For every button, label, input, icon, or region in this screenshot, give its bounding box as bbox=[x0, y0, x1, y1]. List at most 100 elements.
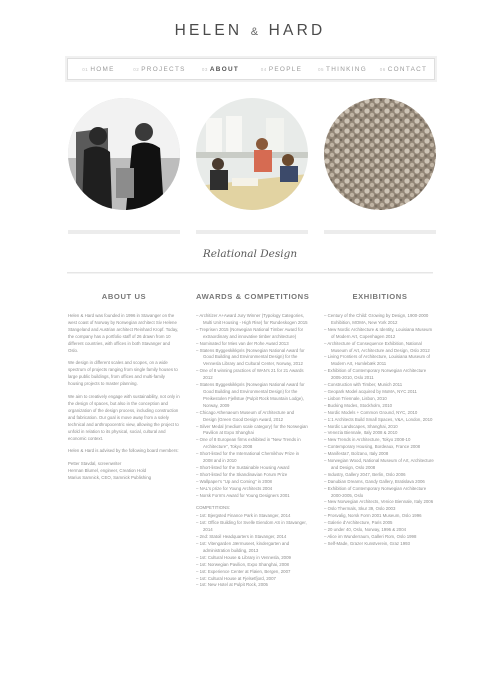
exhibition-item: 1:1 Architects Build Small Spaces, V&A, … bbox=[324, 417, 436, 424]
exhibition-item: Prosvalig, Norsk Form 2001 Museum, Oslo … bbox=[324, 513, 436, 520]
exhibition-item: Century of the Child: Growing by Design,… bbox=[324, 313, 436, 327]
award-item: Norsk Form's Award for Young Designers 2… bbox=[196, 493, 308, 500]
about-paragraph: Petter Stavdal, screenwriter Herman Blum… bbox=[68, 461, 152, 481]
award-item: Short-listed for the Skandinavian Forum … bbox=[196, 472, 308, 479]
about-paragraph: Helen & Hard is advised by the following… bbox=[68, 448, 179, 454]
about-paragraph: Helen & Hard was founded in 1996 in Stav… bbox=[68, 313, 179, 353]
exhibition-item: Oslo Thermals, Skur 39, Oslo 2003 bbox=[324, 506, 436, 513]
main-nav: 01 HOME 02 PROJECTS 03 ABOUT 04 PEOPLE 05 THI… bbox=[67, 58, 435, 80]
exhibition-item: Danubian Dreams, Gandy Gallery, Bratisla… bbox=[324, 479, 436, 486]
nav-number: 06 bbox=[379, 66, 386, 72]
awards-list: Architizer A+Award Jury Winner (Typology… bbox=[196, 313, 308, 499]
exhibition-item: Venezia Biennale, Italy 2008 & 2010 bbox=[324, 430, 436, 437]
competition-item: 1st: Bjergsted Finance Park in Stavanger… bbox=[196, 513, 308, 520]
competition-item: 1st: Office Building for Svelle Eiendom … bbox=[196, 520, 308, 534]
award-item: Statens Byggeskikkpris (Norwegian Nation… bbox=[196, 348, 308, 369]
nav-item-people[interactable]: 04 PEOPLE bbox=[251, 66, 312, 73]
award-item: Treprisen 2015 (Norwegian National Timbe… bbox=[196, 327, 308, 341]
about-paragraph: We aim to creatively engage with sustain… bbox=[68, 394, 180, 441]
team-photo-image bbox=[196, 98, 308, 210]
award-item: Statens Byggeskikkpris (Norwegian Nation… bbox=[196, 382, 308, 410]
award-item: Wallpaper's "Up and Coming" in 2008 bbox=[196, 479, 308, 486]
material-photo bbox=[324, 98, 436, 210]
nav-item-projects[interactable]: 02 PROJECTS bbox=[129, 66, 190, 73]
exhibition-item: Exhibition of Contemporary Norwegian Arc… bbox=[324, 486, 436, 500]
competition-item: 2nd: Statoil Headquarters in Stavanger, … bbox=[196, 534, 308, 541]
nav-number: 02 bbox=[133, 66, 140, 72]
nav-item-contact[interactable]: 06 CONTACT bbox=[373, 66, 434, 73]
exhibition-item: New Nordic Architecture & Identity, Loui… bbox=[324, 327, 436, 341]
competition-item: 1st: Experience Center at Fløien, Bergen… bbox=[196, 569, 308, 576]
nav-label: THINKING bbox=[326, 65, 367, 73]
exhibition-item: Manifesta7, Bolzano, Italy 2008 bbox=[324, 451, 436, 458]
about-heading: ABOUT US bbox=[101, 292, 147, 301]
exhibition-item: Contemporary Housing, Bordeaux, France 2… bbox=[324, 444, 436, 451]
tagline: Relational Design bbox=[202, 248, 298, 260]
awards-column: AWARDS & COMPETITIONS Architizer A+Award… bbox=[196, 292, 310, 589]
award-item: Chicago Athenaeum Museum of Architecture… bbox=[196, 410, 308, 424]
nav-item-about[interactable]: 03 ABOUT bbox=[190, 66, 251, 73]
section-divider bbox=[67, 272, 433, 274]
competition-item: 1st: Norwegian Pavilion, Expo Shanghai, … bbox=[196, 562, 308, 569]
photo-divider bbox=[68, 230, 180, 234]
exhibition-item: Construction with Timber, Munich 2011 bbox=[324, 382, 436, 389]
nav-number: 05 bbox=[318, 66, 325, 72]
award-item: One of 8 European firms exhibited in "Ne… bbox=[196, 437, 308, 451]
about-column: ABOUT US Helen & Hard was founded in 199… bbox=[68, 292, 180, 488]
material-photo-image bbox=[324, 98, 436, 210]
exhibitions-heading: EXHIBITIONS bbox=[352, 292, 408, 301]
exhibition-item: Nordic Landscapes, Shanghai, 2010 bbox=[324, 424, 436, 431]
founders-photo-image bbox=[68, 98, 180, 210]
award-item: One of 8 winning practices of WAN's 21 f… bbox=[196, 368, 308, 382]
site-logo[interactable]: HELEN & HARD bbox=[0, 22, 500, 40]
photo-divider bbox=[324, 230, 436, 234]
award-item: Short-listed for the Sustainable Housing… bbox=[196, 465, 308, 472]
exhibition-item: Living Frontiers of Architecture, Louisi… bbox=[324, 354, 436, 368]
exhibition-item: Geopark Model acquired by MoMA, NYC 2011 bbox=[324, 389, 436, 396]
logo-left: HELEN bbox=[174, 22, 243, 39]
nav-label: ABOUT bbox=[209, 65, 240, 73]
exhibition-item: Galerie d'Architecture, Paris 2005 bbox=[324, 520, 436, 527]
exhibition-item: New Trends in Architecture, Tokyo 2008-1… bbox=[324, 437, 436, 444]
exhibition-item: Architecture of Consequence Exhibition, … bbox=[324, 341, 436, 355]
competition-item: 1st: Cultural House at Fjelsetfjord, 200… bbox=[196, 576, 308, 583]
about-paragraph: We design in different scales and scopes… bbox=[68, 360, 178, 387]
competition-item: 1st: Vitengarden Jærmuseet, kindergarten… bbox=[196, 541, 308, 555]
about-text: Helen & Hard was founded in 1996 in Stav… bbox=[68, 313, 180, 482]
exhibition-item: Alice im Wunderraum, Galleri Rom, Oslo 1… bbox=[324, 534, 436, 541]
exhibition-item: Exhibition of Contemporary Norwegian Arc… bbox=[324, 368, 436, 382]
awards-heading: AWARDS & COMPETITIONS bbox=[196, 292, 310, 301]
award-item: Silver Medal (medium scale category) for… bbox=[196, 424, 308, 438]
photo-divider bbox=[196, 230, 308, 234]
nav-label: HOME bbox=[90, 65, 115, 73]
exhibition-item: Lisbon Triennale, Lisbon, 2010 bbox=[324, 396, 436, 403]
logo-right: HARD bbox=[268, 22, 326, 39]
nav-item-home[interactable]: 01 HOME bbox=[68, 66, 129, 73]
nav-item-thinking[interactable]: 05 THINKING bbox=[312, 66, 373, 73]
competitions-heading: COMPETITIONS: bbox=[196, 505, 231, 511]
exhibition-item: Nordic Models + Common Ground, NYC, 2010 bbox=[324, 410, 436, 417]
nav-label: PROJECTS bbox=[141, 65, 186, 73]
nav-label: CONTACT bbox=[387, 65, 428, 73]
exhibition-item: Self-Made, Grazer Kunstverein, Graz 1993 bbox=[324, 541, 436, 548]
exhibitions-column: EXHIBITIONS Century of the Child: Growin… bbox=[324, 292, 436, 548]
exhibition-item: Norwegian Wood, National Museum of Art, … bbox=[324, 458, 436, 472]
award-item: Architizer A+Award Jury Winner (Typology… bbox=[196, 313, 308, 327]
nav-number: 03 bbox=[201, 66, 208, 72]
competitions-list: 1st: Bjergsted Finance Park in Stavanger… bbox=[196, 513, 308, 589]
competition-item: 1st: New Hotel at Pulpit Rock, 2005 bbox=[196, 582, 308, 589]
logo-ampersand: & bbox=[250, 26, 261, 38]
exhibition-item: 20 under 40, Oslo, Norway, 1996 & 2004 bbox=[324, 527, 436, 534]
nav-label: PEOPLE bbox=[268, 65, 303, 73]
award-item: Short-listed for the International Chern… bbox=[196, 451, 308, 465]
exhibition-item: Industry, Gallery 2047, Berlin, Oslo 200… bbox=[324, 472, 436, 479]
exhibition-item: New Norwegian Architects, Venice Biennal… bbox=[324, 499, 436, 506]
nav-number: 01 bbox=[82, 66, 89, 72]
team-photo bbox=[196, 98, 308, 210]
competition-item: 1st: Cultural House & Library in Vennesl… bbox=[196, 555, 308, 562]
exhibitions-list: Century of the Child: Growing by Design,… bbox=[324, 313, 436, 548]
award-item: Nominated for Mies van der Rohe Award 20… bbox=[196, 341, 308, 348]
founders-photo bbox=[68, 98, 180, 210]
award-item: NAL's prize for Young Architects 2004 bbox=[196, 486, 308, 493]
nav-number: 04 bbox=[260, 66, 267, 72]
